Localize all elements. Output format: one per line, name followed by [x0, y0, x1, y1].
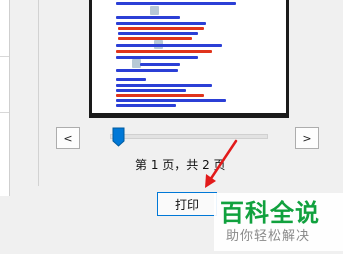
watermark: 百科全说 助你轻松解决 — [214, 193, 343, 251]
watermark-title: 百科全说 — [220, 199, 320, 227]
divider — [0, 56, 9, 57]
print-button[interactable]: 打印 — [157, 192, 217, 216]
next-page-button[interactable]: > — [295, 127, 319, 149]
left-panel — [0, 0, 10, 196]
divider — [0, 112, 9, 113]
watermark-subtitle: 助你轻松解决 — [226, 229, 311, 244]
page-preview — [92, 0, 286, 113]
previous-page-button[interactable]: < — [56, 127, 80, 149]
page-slider-track[interactable] — [110, 134, 268, 139]
red-arrow-icon — [205, 139, 238, 188]
page-slider-thumb[interactable] — [112, 127, 125, 147]
